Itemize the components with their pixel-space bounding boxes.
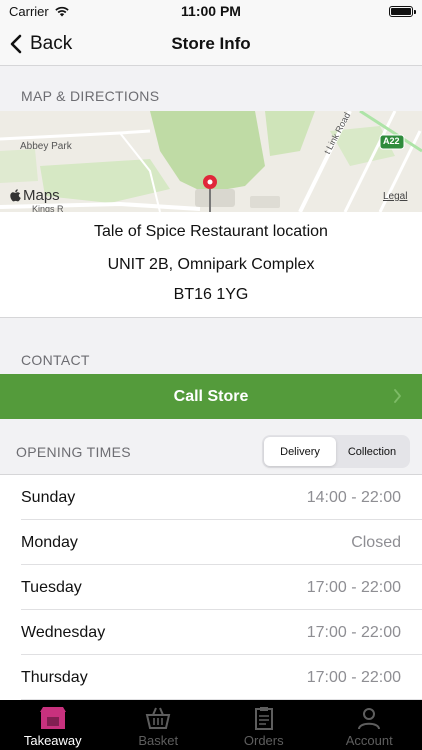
maps-logo: Maps bbox=[10, 187, 60, 204]
hours-row: Wednesday 17:00 - 22:00 bbox=[0, 610, 422, 655]
call-store-label: Call Store bbox=[173, 387, 249, 405]
delivery-collection-toggle: Delivery Collection bbox=[262, 435, 410, 468]
map-label-abbey-park: Abbey Park bbox=[20, 141, 72, 152]
section-header-contact: CONTACT bbox=[21, 352, 90, 368]
chevron-right-icon bbox=[394, 389, 401, 403]
tab-label: Account bbox=[345, 733, 393, 748]
hours-day: Tuesday bbox=[21, 578, 82, 596]
hours-day: Monday bbox=[21, 533, 78, 551]
opening-hours-list: Sunday 14:00 - 22:00 Monday Closed Tuesd… bbox=[0, 474, 422, 700]
account-icon bbox=[358, 708, 381, 730]
map-graphic bbox=[0, 111, 422, 212]
hours-day: Sunday bbox=[21, 488, 76, 506]
store-address: UNIT 2B, Omnipark Complex bbox=[107, 256, 315, 273]
basket-icon bbox=[145, 707, 171, 729]
back-label: Back bbox=[30, 33, 73, 54]
status-left: Carrier bbox=[9, 4, 70, 19]
status-bar: Carrier 11:00 PM bbox=[0, 0, 422, 22]
tab-basket[interactable]: Basket bbox=[106, 700, 212, 750]
tab-label: Orders bbox=[243, 733, 284, 748]
maps-logo-text: Maps bbox=[23, 187, 60, 204]
hours-time: 17:00 - 22:00 bbox=[306, 623, 401, 641]
tab-label: Takeaway bbox=[23, 733, 82, 748]
tab-bar: Takeaway Basket Orders Account bbox=[0, 700, 422, 750]
segment-delivery[interactable]: Delivery bbox=[264, 437, 336, 466]
carrier-label: Carrier bbox=[9, 3, 49, 19]
takeaway-icon bbox=[39, 707, 66, 729]
back-button[interactable]: Back bbox=[10, 22, 72, 66]
store-postcode: BT16 1YG bbox=[173, 286, 249, 303]
hours-time: Closed bbox=[351, 533, 401, 551]
orders-icon bbox=[254, 707, 273, 730]
battery-icon bbox=[389, 5, 416, 17]
hours-time: 17:00 - 22:00 bbox=[306, 578, 401, 596]
call-store-button[interactable]: Call Store bbox=[0, 374, 422, 419]
hours-day: Thursday bbox=[21, 668, 88, 686]
apple-logo-icon bbox=[10, 189, 21, 202]
nav-bar: Back Store Info bbox=[0, 22, 422, 66]
wifi-icon bbox=[55, 6, 69, 17]
tab-orders[interactable]: Orders bbox=[211, 700, 317, 750]
map-legal-link[interactable]: Legal bbox=[383, 191, 407, 202]
hours-time: 14:00 - 22:00 bbox=[306, 488, 401, 506]
hours-row: Monday Closed bbox=[0, 520, 422, 565]
tab-takeaway[interactable]: Takeaway bbox=[0, 700, 106, 750]
hours-row: Sunday 14:00 - 22:00 bbox=[0, 475, 422, 520]
section-header-map: MAP & DIRECTIONS bbox=[21, 88, 160, 104]
map-label-kings: Kings R bbox=[32, 204, 64, 212]
hours-row: Tuesday 17:00 - 22:00 bbox=[0, 565, 422, 610]
hours-row: Thursday 17:00 - 22:00 bbox=[0, 655, 422, 700]
map-label-a22: A22 bbox=[383, 136, 400, 146]
tab-account[interactable]: Account bbox=[317, 700, 422, 750]
store-map[interactable]: Abbey Park Kings R t Link Road A22 Maps … bbox=[0, 111, 422, 212]
tab-label: Basket bbox=[138, 733, 179, 748]
store-name-line: Tale of Spice Restaurant location bbox=[94, 223, 328, 240]
chevron-left-icon bbox=[10, 34, 22, 54]
section-header-opening: OPENING TIMES bbox=[16, 444, 131, 460]
hours-time: 17:00 - 22:00 bbox=[306, 668, 401, 686]
hours-day: Wednesday bbox=[21, 623, 106, 641]
store-location: Tale of Spice Restaurant location UNIT 2… bbox=[0, 212, 422, 318]
segment-collection[interactable]: Collection bbox=[336, 437, 408, 466]
